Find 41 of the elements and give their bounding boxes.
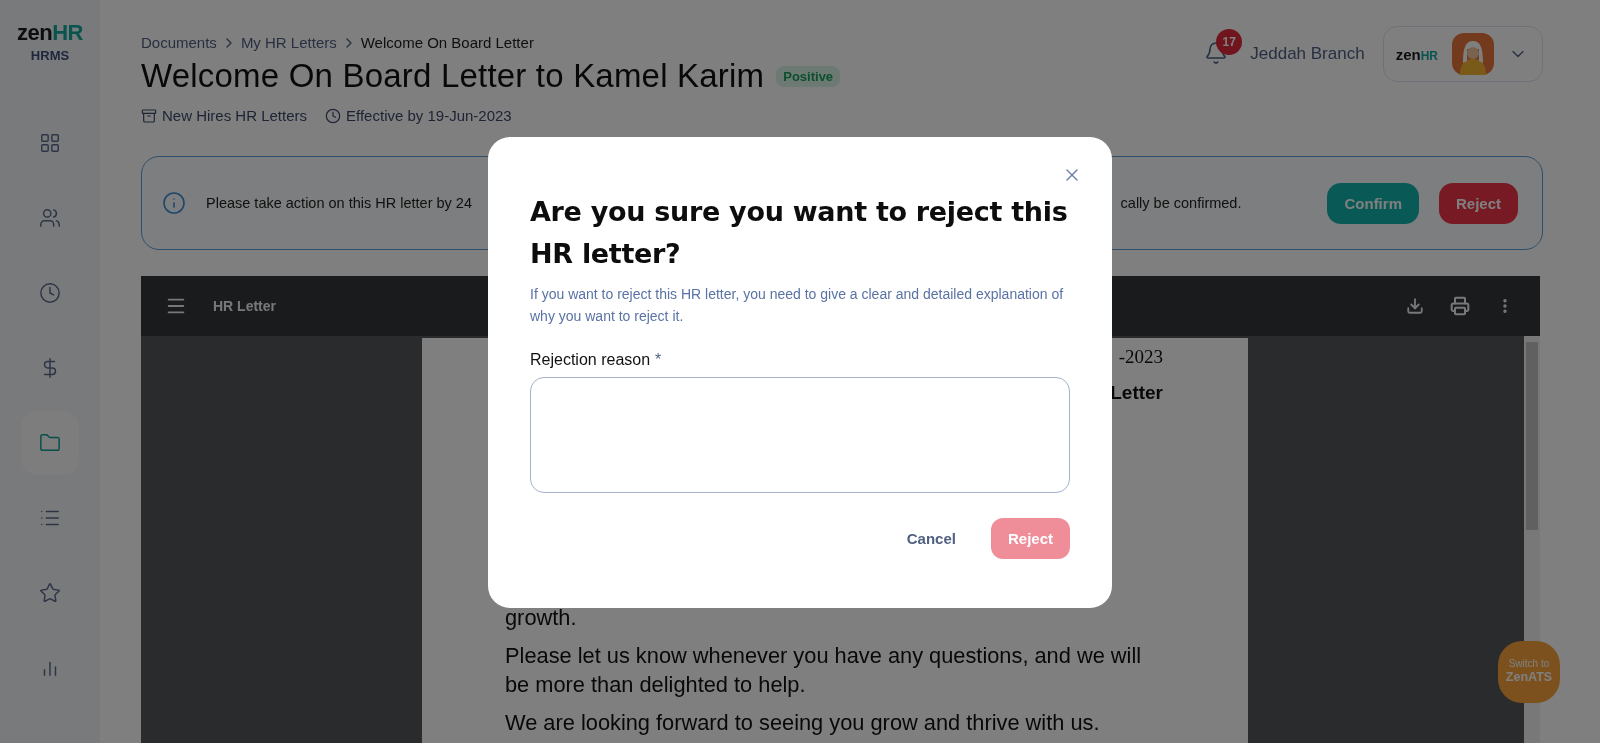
alert-text: Please take action on this HR letter by 24 xyxy=(206,195,472,211)
clock-icon xyxy=(39,282,61,304)
breadcrumb-link[interactable]: My HR Letters xyxy=(240,34,337,51)
document-title: HR Letter xyxy=(213,298,276,314)
letter-date: -2023 xyxy=(1118,346,1163,368)
branch-name[interactable]: Jeddah Branch xyxy=(1250,44,1365,64)
dialog-description: If you want to reject this HR letter, you need to give a clear and detailed explanation of why you want to reject it. xyxy=(530,284,1065,327)
meta-text: New Hires HR Letters xyxy=(162,107,308,124)
status-badge: Positive xyxy=(776,65,841,87)
avatar-icon xyxy=(1452,33,1494,75)
field-label: Rejection reason xyxy=(530,351,651,370)
letter-heading: Letter xyxy=(1110,382,1163,404)
notification-count: 17 xyxy=(1216,29,1243,55)
meta-text: Effective by 19-Jun-2023 xyxy=(346,107,512,124)
info-icon xyxy=(162,191,186,215)
folder-icon xyxy=(39,432,61,454)
archive-icon xyxy=(141,107,157,124)
people-icon xyxy=(39,207,61,229)
letter-paragraph: Please let us know whenever you have any questions, and we will be more than delighted to help. xyxy=(505,642,1143,699)
logo: zenHR xyxy=(17,22,83,44)
breadcrumb-link[interactable]: Documents xyxy=(141,34,217,51)
cancel-button[interactable]: Cancel xyxy=(889,518,973,560)
grid-icon xyxy=(39,132,61,154)
alert-text: cally be confirmed. xyxy=(1120,195,1242,211)
dialog-title: Are you sure you want to reject this HR letter? xyxy=(530,195,1069,271)
print-icon[interactable] xyxy=(1450,296,1470,316)
reject-button[interactable]: Reject xyxy=(1438,182,1518,224)
letter-paragraph: growth. xyxy=(505,604,578,632)
sidebar-item[interactable] xyxy=(21,411,79,475)
download-icon[interactable] xyxy=(1406,297,1424,315)
clock-icon xyxy=(325,107,342,124)
product-name: HRMS xyxy=(30,48,70,63)
confirm-button[interactable]: Confirm xyxy=(1327,182,1419,224)
company-logo: zenHR xyxy=(1395,45,1438,63)
account-menu[interactable]: zenHR xyxy=(1382,26,1543,82)
switch-button[interactable]: Switch to ZenATS xyxy=(1498,641,1560,703)
reason-field[interactable] xyxy=(530,377,1070,494)
star-icon xyxy=(39,582,61,604)
required-mark: * xyxy=(655,351,662,370)
letter-paragraph: We are looking forward to seeing you grow and thrive with us. xyxy=(505,709,1101,737)
page-title: Welcome On Board Letter to Kamel Karim xyxy=(141,57,765,95)
